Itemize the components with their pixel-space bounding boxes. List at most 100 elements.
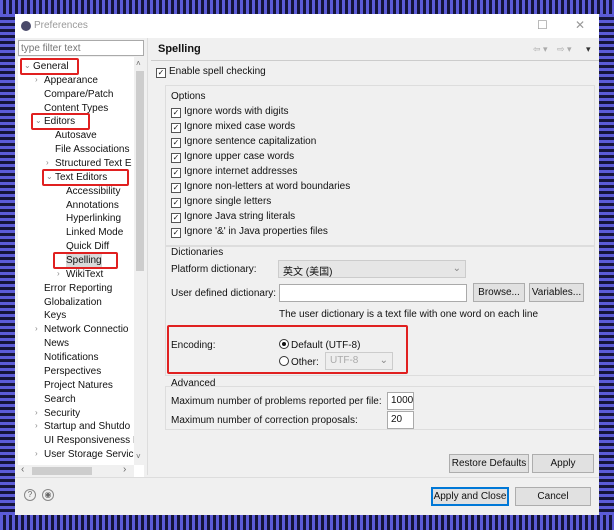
radio-icon[interactable] (279, 356, 289, 366)
tree-item[interactable]: Keys (44, 309, 66, 322)
dictionary-note: The user dictionary is a text file with … (279, 309, 539, 320)
maximize-button[interactable]: ☐ (537, 18, 548, 32)
option-checkbox[interactable]: ✓ Ignore upper case words (171, 151, 294, 163)
tree-item-label: Autosave (55, 130, 97, 142)
checkbox-icon[interactable]: ✓ (171, 213, 181, 223)
option-checkbox[interactable]: ✓ Ignore '&' in Java properties files (171, 226, 328, 238)
user-dictionary-input[interactable] (279, 284, 467, 302)
tree-item[interactable]: File Associations (55, 143, 129, 156)
chevron-right-icon[interactable]: › (35, 324, 38, 333)
import-export-icon[interactable]: ◉ (42, 489, 54, 501)
tree-item[interactable]: Startup and Shutdo (44, 420, 130, 433)
sash-divider[interactable] (147, 38, 148, 475)
close-button[interactable]: ✕ (575, 18, 585, 32)
enable-spell-checkbox[interactable]: ✓ Enable spell checking (156, 66, 266, 78)
restore-defaults-button[interactable]: Restore Defaults (449, 454, 529, 473)
tree-item[interactable]: Linked Mode (66, 226, 123, 239)
title-bar: Preferences ☐ ✕ (15, 14, 599, 38)
other-encoding-select[interactable]: UTF-8 ⌄ (325, 352, 393, 370)
scroll-right-icon[interactable]: › (123, 464, 126, 475)
tree-item-label: User Storage Servic (44, 449, 134, 461)
chevron-right-icon[interactable]: › (35, 449, 38, 458)
max-problems-label: Maximum number of problems reported per … (171, 396, 382, 407)
tree-item[interactable]: Annotations (66, 199, 119, 212)
option-checkbox[interactable]: ✓ Ignore single letters (171, 196, 271, 208)
platform-dictionary-select[interactable]: 英文 (美国) ⌄ (278, 260, 466, 278)
tree-item[interactable]: WikiText (66, 268, 103, 281)
tree-item[interactable]: Project Natures (44, 379, 113, 392)
preferences-window: Preferences ☐ ✕ General⌄Appearance›Compa… (15, 14, 599, 515)
tree-item[interactable]: User Storage Servic (44, 448, 133, 461)
help-icon[interactable]: ? (24, 489, 36, 501)
tree-item[interactable]: Globalization (44, 296, 102, 309)
checkbox-icon[interactable]: ✓ (171, 123, 181, 133)
browse-button[interactable]: Browse... (473, 283, 525, 302)
tree-item[interactable]: News (44, 337, 69, 350)
checkbox-icon[interactable]: ✓ (171, 153, 181, 163)
tree-item-label: WikiText (66, 268, 104, 280)
forward-nav-button[interactable]: ⇨ ▾ (557, 44, 572, 55)
tree-item[interactable]: Accessibility (66, 185, 120, 198)
page-title: Spelling (158, 43, 201, 55)
tree-item[interactable]: Appearance (44, 74, 98, 87)
scroll-up-icon[interactable]: ˄ (136, 59, 141, 68)
scroll-down-icon[interactable]: ˅ (136, 452, 141, 461)
scroll-left-icon[interactable]: ‹ (21, 464, 24, 475)
platform-dictionary-label: Platform dictionary: (171, 264, 257, 275)
back-nav-button[interactable]: ⇦ ▾ (533, 44, 548, 55)
tree-item[interactable]: Network Connectio (44, 323, 128, 336)
checkbox-icon[interactable]: ✓ (171, 108, 181, 118)
highlight-box (53, 252, 118, 270)
max-problems-input[interactable]: 1000 (387, 392, 414, 410)
checkbox-icon[interactable]: ✓ (156, 68, 166, 78)
option-checkbox[interactable]: ✓ Ignore sentence capitalization (171, 136, 316, 148)
apply-and-close-button[interactable]: Apply and Close (431, 487, 509, 506)
tree-item[interactable]: Security (44, 407, 80, 420)
dictionaries-title: Dictionaries (171, 247, 224, 258)
tree-item[interactable]: Perspectives (44, 365, 101, 378)
option-checkbox[interactable]: ✓ Ignore internet addresses (171, 166, 297, 178)
option-checkbox[interactable]: ✓ Ignore words with digits (171, 106, 289, 118)
tree-item[interactable]: UI Responsiveness I (44, 434, 136, 447)
tree-item[interactable]: Hyperlinking (66, 212, 121, 225)
tree-item[interactable]: Search (44, 393, 76, 406)
option-label: Ignore words with digits (184, 106, 289, 117)
tree-item[interactable]: Notifications (44, 351, 98, 364)
tree-item-label: Search (44, 393, 76, 405)
frame-left (0, 14, 15, 515)
apply-button[interactable]: Apply (532, 454, 594, 473)
tree-item-label: Quick Diff (66, 241, 110, 253)
checkbox-icon[interactable]: ✓ (171, 168, 181, 178)
scroll-thumb[interactable] (136, 71, 144, 271)
filter-input[interactable] (18, 40, 144, 56)
tree-item-label: Network Connectio (44, 324, 129, 336)
frame-right (599, 14, 614, 515)
checkbox-icon[interactable]: ✓ (171, 198, 181, 208)
chevron-right-icon[interactable]: › (57, 269, 60, 278)
chevron-right-icon[interactable]: › (46, 158, 49, 167)
option-label: Ignore single letters (184, 196, 272, 207)
checkbox-icon[interactable]: ✓ (171, 183, 181, 193)
hscroll-thumb[interactable] (32, 467, 92, 475)
option-checkbox[interactable]: ✓ Ignore Java string literals (171, 211, 295, 223)
chevron-right-icon[interactable]: › (35, 421, 38, 430)
other-encoding-radio[interactable]: Other: (279, 356, 319, 368)
cancel-button[interactable]: Cancel (515, 487, 591, 506)
chevron-right-icon[interactable]: › (35, 75, 38, 84)
option-label: Ignore internet addresses (184, 166, 298, 177)
tree-item[interactable]: Error Reporting (44, 282, 112, 295)
default-encoding-radio[interactable]: Default (UTF-8) (279, 339, 360, 351)
view-menu-button[interactable]: ▾ (586, 44, 591, 55)
radio-selected-icon[interactable] (279, 339, 289, 349)
tree-item[interactable]: Autosave (55, 129, 97, 142)
checkbox-icon[interactable]: ✓ (171, 228, 181, 238)
chevron-right-icon[interactable]: › (35, 408, 38, 417)
option-checkbox[interactable]: ✓ Ignore non-letters at word boundaries (171, 181, 350, 193)
tree-item-label: Keys (44, 310, 67, 322)
variables-button[interactable]: Variables... (529, 283, 584, 302)
checkbox-icon[interactable]: ✓ (171, 138, 181, 148)
option-checkbox[interactable]: ✓ Ignore mixed case words (171, 121, 295, 133)
tree-item[interactable]: Compare/Patch (44, 88, 113, 101)
max-proposals-input[interactable]: 20 (387, 411, 414, 429)
tree-item-label: Hyperlinking (66, 213, 122, 225)
